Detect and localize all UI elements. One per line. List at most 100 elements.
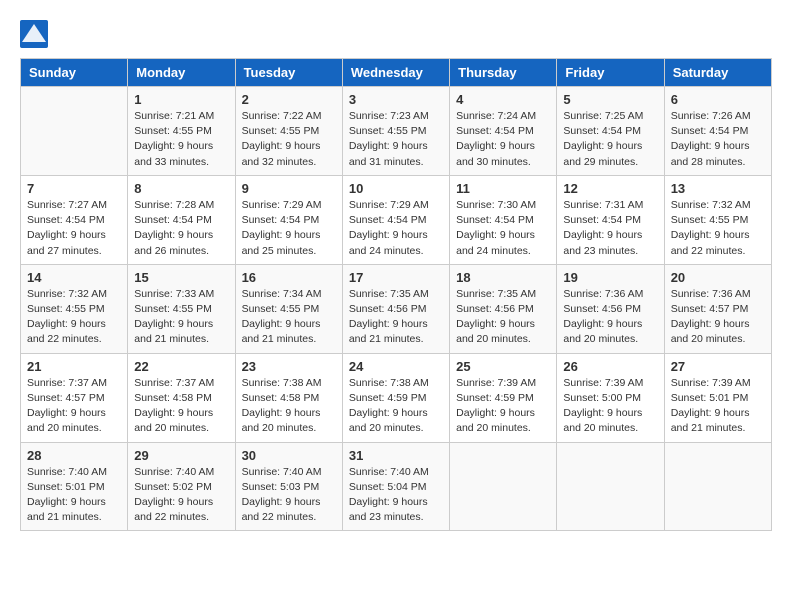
day-number: 19 bbox=[563, 270, 657, 285]
cell-info: Sunrise: 7:24 AMSunset: 4:54 PMDaylight:… bbox=[456, 109, 550, 170]
page-header bbox=[20, 20, 772, 48]
calendar-cell: 1 Sunrise: 7:21 AMSunset: 4:55 PMDaylight… bbox=[128, 87, 235, 176]
calendar-cell: 9 Sunrise: 7:29 AMSunset: 4:54 PMDaylight… bbox=[235, 175, 342, 264]
calendar-cell bbox=[664, 442, 771, 531]
calendar-cell: 21 Sunrise: 7:37 AMSunset: 4:57 PMDayligh… bbox=[21, 353, 128, 442]
calendar-cell: 25 Sunrise: 7:39 AMSunset: 4:59 PMDayligh… bbox=[450, 353, 557, 442]
calendar-cell: 3 Sunrise: 7:23 AMSunset: 4:55 PMDaylight… bbox=[342, 87, 449, 176]
day-header-friday: Friday bbox=[557, 59, 664, 87]
calendar-cell: 18 Sunrise: 7:35 AMSunset: 4:56 PMDayligh… bbox=[450, 264, 557, 353]
cell-info: Sunrise: 7:33 AMSunset: 4:55 PMDaylight:… bbox=[134, 287, 228, 348]
day-number: 12 bbox=[563, 181, 657, 196]
calendar-cell: 2Sunrise: 7:22 AMSunset: 4:55 PMDaylight… bbox=[235, 87, 342, 176]
calendar-table: SundayMondayTuesdayWednesdayThursdayFrid… bbox=[20, 58, 772, 531]
day-number: 28 bbox=[27, 448, 121, 463]
day-number: 20 bbox=[671, 270, 765, 285]
cell-info: Sunrise: 7:27 AMSunset: 4:54 PMDaylight:… bbox=[27, 198, 121, 259]
cell-info: Sunrise: 7:29 AMSunset: 4:54 PMDaylight:… bbox=[242, 198, 336, 259]
calendar-cell: 4 Sunrise: 7:24 AMSunset: 4:54 PMDaylight… bbox=[450, 87, 557, 176]
day-number: 15 bbox=[134, 270, 228, 285]
cell-info: Sunrise: 7:38 AMSunset: 4:59 PMDaylight:… bbox=[349, 376, 443, 437]
day-number: 10 bbox=[349, 181, 443, 196]
cell-info: Sunrise: 7:32 AMSunset: 4:55 PMDaylight:… bbox=[671, 198, 765, 259]
cell-info: Sunrise: 7:22 AMSunset: 4:55 PMDaylight:… bbox=[242, 109, 336, 170]
calendar-cell: 16Sunrise: 7:34 AMSunset: 4:55 PMDayligh… bbox=[235, 264, 342, 353]
calendar-cell bbox=[450, 442, 557, 531]
day-number: 11 bbox=[456, 181, 550, 196]
day-number: 6 bbox=[671, 92, 765, 107]
day-number: 8 bbox=[134, 181, 228, 196]
calendar-cell: 26 Sunrise: 7:39 AMSunset: 5:00 PMDayligh… bbox=[557, 353, 664, 442]
calendar-cell: 20 Sunrise: 7:36 AMSunset: 4:57 PMDayligh… bbox=[664, 264, 771, 353]
calendar-cell: 7Sunrise: 7:27 AMSunset: 4:54 PMDaylight… bbox=[21, 175, 128, 264]
day-number: 14 bbox=[27, 270, 121, 285]
day-number: 5 bbox=[563, 92, 657, 107]
day-number: 9 bbox=[242, 181, 336, 196]
calendar-week-row: 28 Sunrise: 7:40 AMSunset: 5:01 PMDayligh… bbox=[21, 442, 772, 531]
calendar-cell: 13 Sunrise: 7:32 AMSunset: 4:55 PMDayligh… bbox=[664, 175, 771, 264]
calendar-header-row: SundayMondayTuesdayWednesdayThursdayFrid… bbox=[21, 59, 772, 87]
cell-info: Sunrise: 7:25 AMSunset: 4:54 PMDaylight:… bbox=[563, 109, 657, 170]
day-header-tuesday: Tuesday bbox=[235, 59, 342, 87]
day-number: 23 bbox=[242, 359, 336, 374]
cell-info: Sunrise: 7:29 AMSunset: 4:54 PMDaylight:… bbox=[349, 198, 443, 259]
calendar-week-row: 14 Sunrise: 7:32 AMSunset: 4:55 PMDayligh… bbox=[21, 264, 772, 353]
cell-info: Sunrise: 7:37 AMSunset: 4:58 PMDaylight:… bbox=[134, 376, 228, 437]
calendar-cell: 24 Sunrise: 7:38 AMSunset: 4:59 PMDayligh… bbox=[342, 353, 449, 442]
cell-info: Sunrise: 7:23 AMSunset: 4:55 PMDaylight:… bbox=[349, 109, 443, 170]
cell-info: Sunrise: 7:35 AMSunset: 4:56 PMDaylight:… bbox=[349, 287, 443, 348]
cell-info: Sunrise: 7:28 AMSunset: 4:54 PMDaylight:… bbox=[134, 198, 228, 259]
cell-info: Sunrise: 7:40 AMSunset: 5:01 PMDaylight:… bbox=[27, 465, 121, 526]
cell-info: Sunrise: 7:30 AMSunset: 4:54 PMDaylight:… bbox=[456, 198, 550, 259]
day-number: 18 bbox=[456, 270, 550, 285]
logo-icon bbox=[20, 20, 48, 48]
cell-info: Sunrise: 7:36 AMSunset: 4:56 PMDaylight:… bbox=[563, 287, 657, 348]
cell-info: Sunrise: 7:39 AMSunset: 5:00 PMDaylight:… bbox=[563, 376, 657, 437]
day-number: 29 bbox=[134, 448, 228, 463]
calendar-week-row: 7Sunrise: 7:27 AMSunset: 4:54 PMDaylight… bbox=[21, 175, 772, 264]
day-number: 31 bbox=[349, 448, 443, 463]
day-number: 27 bbox=[671, 359, 765, 374]
calendar-cell: 31Sunrise: 7:40 AMSunset: 5:04 PMDayligh… bbox=[342, 442, 449, 531]
calendar-week-row: 21 Sunrise: 7:37 AMSunset: 4:57 PMDayligh… bbox=[21, 353, 772, 442]
calendar-cell: 5 Sunrise: 7:25 AMSunset: 4:54 PMDaylight… bbox=[557, 87, 664, 176]
cell-info: Sunrise: 7:35 AMSunset: 4:56 PMDaylight:… bbox=[456, 287, 550, 348]
calendar-cell: 12 Sunrise: 7:31 AMSunset: 4:54 PMDayligh… bbox=[557, 175, 664, 264]
day-number: 21 bbox=[27, 359, 121, 374]
calendar-cell: 23 Sunrise: 7:38 AMSunset: 4:58 PMDayligh… bbox=[235, 353, 342, 442]
calendar-cell: 30 Sunrise: 7:40 AMSunset: 5:03 PMDayligh… bbox=[235, 442, 342, 531]
day-number: 30 bbox=[242, 448, 336, 463]
cell-info: Sunrise: 7:40 AMSunset: 5:02 PMDaylight:… bbox=[134, 465, 228, 526]
day-number: 25 bbox=[456, 359, 550, 374]
day-number: 22 bbox=[134, 359, 228, 374]
calendar-cell: 6 Sunrise: 7:26 AMSunset: 4:54 PMDaylight… bbox=[664, 87, 771, 176]
calendar-cell bbox=[557, 442, 664, 531]
day-number: 26 bbox=[563, 359, 657, 374]
cell-info: Sunrise: 7:40 AMSunset: 5:03 PMDaylight:… bbox=[242, 465, 336, 526]
day-number: 1 bbox=[134, 92, 228, 107]
day-header-wednesday: Wednesday bbox=[342, 59, 449, 87]
calendar-cell: 15 Sunrise: 7:33 AMSunset: 4:55 PMDayligh… bbox=[128, 264, 235, 353]
day-number: 24 bbox=[349, 359, 443, 374]
day-number: 16 bbox=[242, 270, 336, 285]
logo bbox=[20, 20, 50, 48]
cell-info: Sunrise: 7:32 AMSunset: 4:55 PMDaylight:… bbox=[27, 287, 121, 348]
calendar-cell: 10 Sunrise: 7:29 AMSunset: 4:54 PMDayligh… bbox=[342, 175, 449, 264]
day-number: 17 bbox=[349, 270, 443, 285]
day-number: 3 bbox=[349, 92, 443, 107]
calendar-cell: 17 Sunrise: 7:35 AMSunset: 4:56 PMDayligh… bbox=[342, 264, 449, 353]
calendar-week-row: 1 Sunrise: 7:21 AMSunset: 4:55 PMDaylight… bbox=[21, 87, 772, 176]
cell-info: Sunrise: 7:36 AMSunset: 4:57 PMDaylight:… bbox=[671, 287, 765, 348]
calendar-cell: 28 Sunrise: 7:40 AMSunset: 5:01 PMDayligh… bbox=[21, 442, 128, 531]
cell-info: Sunrise: 7:21 AMSunset: 4:55 PMDaylight:… bbox=[134, 109, 228, 170]
day-number: 13 bbox=[671, 181, 765, 196]
cell-info: Sunrise: 7:38 AMSunset: 4:58 PMDaylight:… bbox=[242, 376, 336, 437]
calendar-cell: 11 Sunrise: 7:30 AMSunset: 4:54 PMDayligh… bbox=[450, 175, 557, 264]
cell-info: Sunrise: 7:31 AMSunset: 4:54 PMDaylight:… bbox=[563, 198, 657, 259]
cell-info: Sunrise: 7:37 AMSunset: 4:57 PMDaylight:… bbox=[27, 376, 121, 437]
day-number: 4 bbox=[456, 92, 550, 107]
cell-info: Sunrise: 7:39 AMSunset: 4:59 PMDaylight:… bbox=[456, 376, 550, 437]
calendar-cell bbox=[21, 87, 128, 176]
cell-info: Sunrise: 7:39 AMSunset: 5:01 PMDaylight:… bbox=[671, 376, 765, 437]
cell-info: Sunrise: 7:26 AMSunset: 4:54 PMDaylight:… bbox=[671, 109, 765, 170]
